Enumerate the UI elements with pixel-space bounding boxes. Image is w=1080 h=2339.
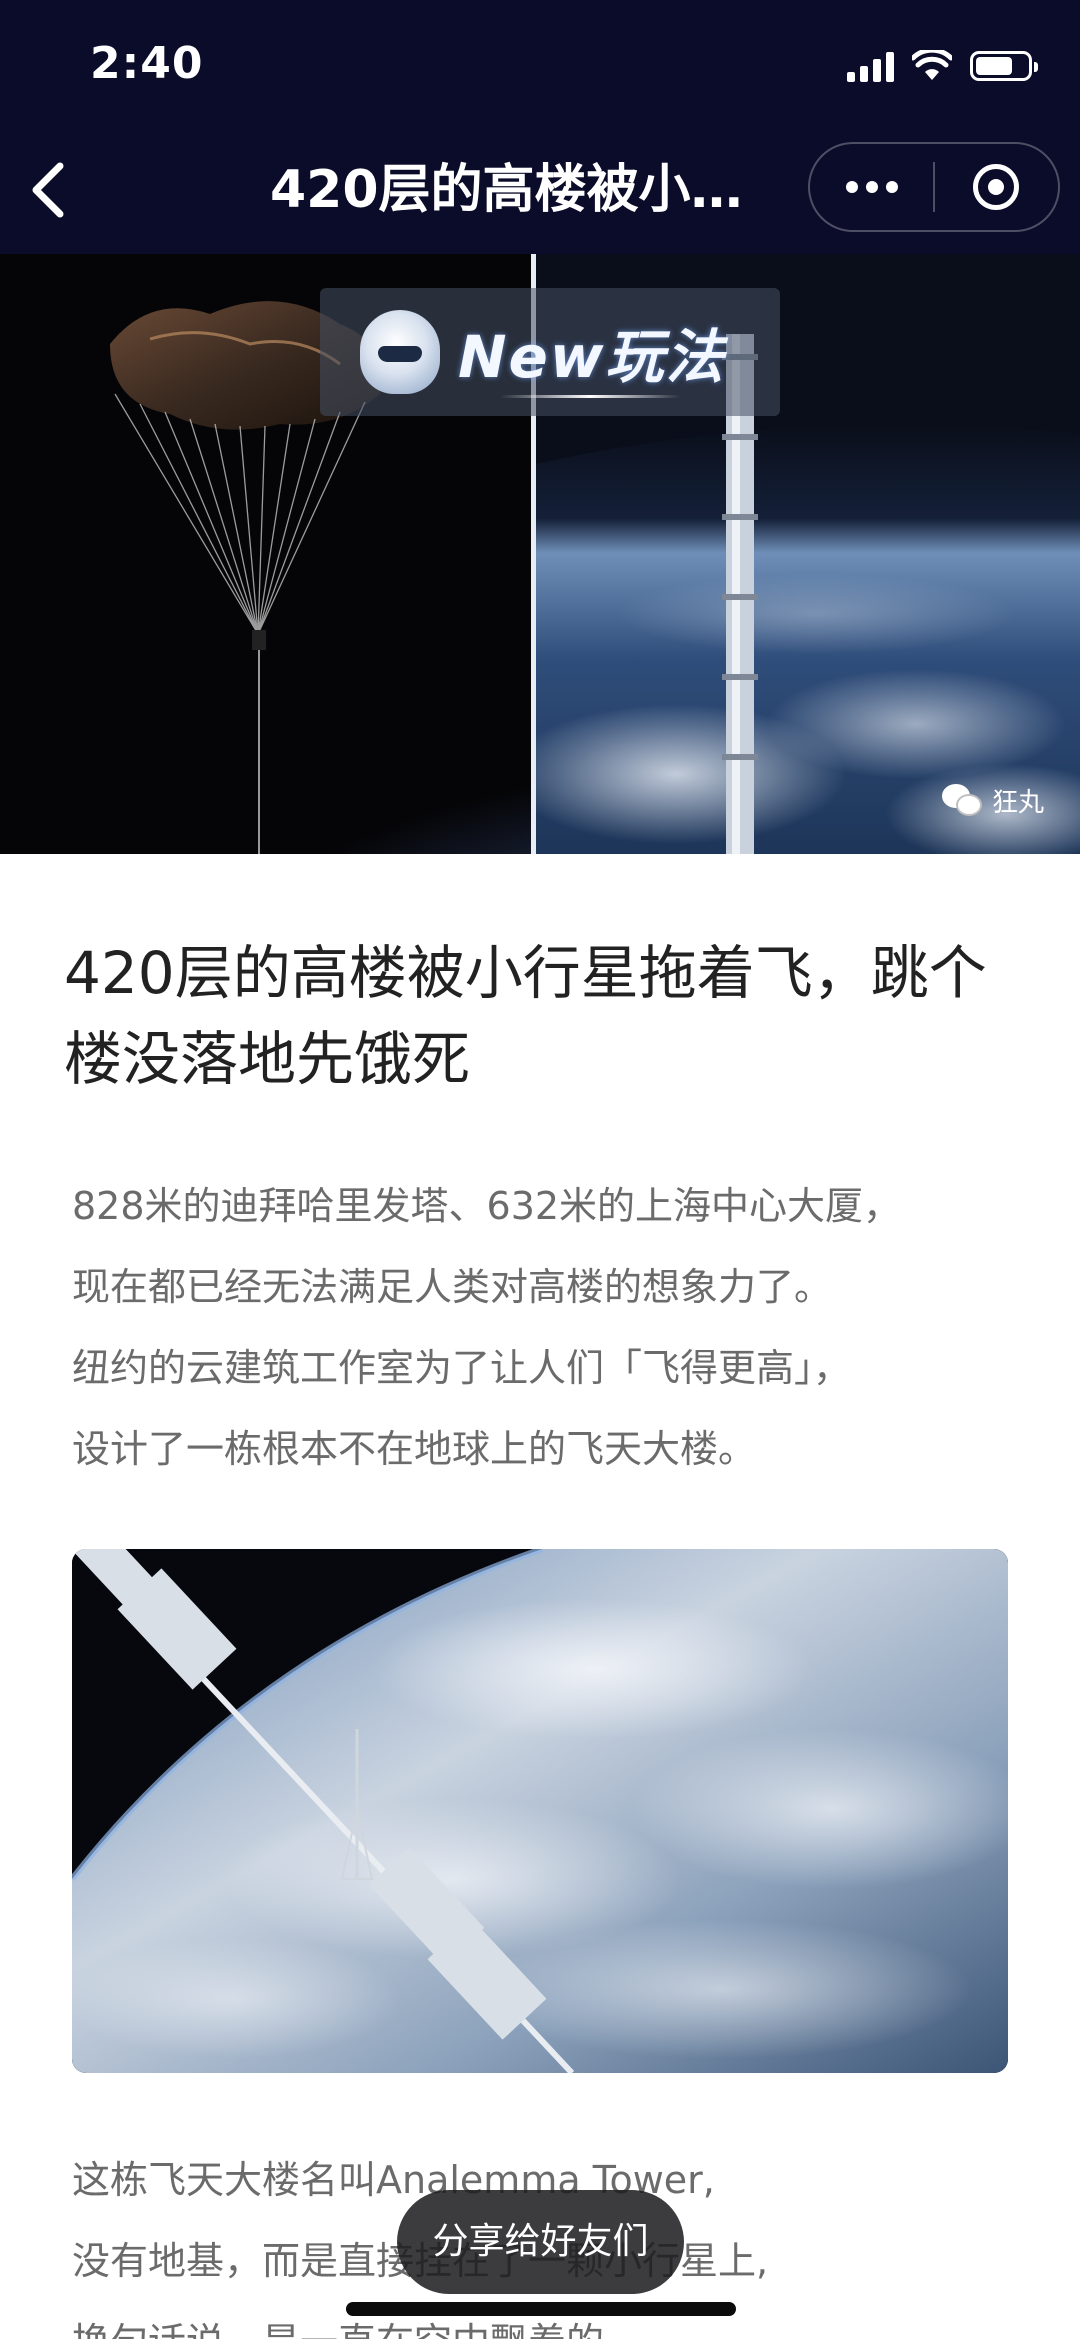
close-mini-program-button[interactable]: [935, 144, 1058, 230]
paragraph-line: 现在都已经无法满足人类对高楼的想象力了。: [72, 1265, 833, 1309]
wechat-icon: [941, 783, 984, 818]
watermark-text: 狂丸: [991, 788, 1044, 818]
battery-icon: [970, 51, 1038, 81]
article-title: 420层的高楼被小行星拖着飞，跳个楼没落地先饿死: [64, 939, 987, 1093]
chevron-left-icon: [32, 162, 64, 218]
mini-program-capsule: [808, 142, 1060, 232]
cellular-signal-icon: [847, 50, 894, 82]
status-icons: [847, 46, 1038, 86]
paragraph-line: 纽约的云建筑工作室为了让人们「飞得更高」，: [72, 1346, 852, 1390]
target-circle-icon: [973, 164, 1020, 210]
more-button[interactable]: [810, 144, 933, 230]
more-dots-icon: [845, 181, 858, 193]
top-bar: 2:40 420层的高楼被小…: [0, 0, 1080, 254]
paragraph-line: 设计了一栋根本不在地球上的飞天大楼。: [72, 1427, 757, 1471]
wifi-icon: [912, 50, 952, 80]
article-paragraph: 828米的迪拜哈里发塔、632米的上海中心大厦， 现在都已经无法满足人类对高楼的…: [72, 1166, 1022, 1490]
hero-image: New玩法 狂丸: [0, 254, 1080, 854]
nav-title: 420层的高楼被小…: [270, 160, 743, 220]
article-page: 2:40 420层的高楼被小… New玩法 狂丸 420层的高楼被小行星拖着飞，…: [0, 0, 1080, 2339]
status-time: 2:40: [90, 38, 204, 89]
share-to-friends-toast[interactable]: 分享给好友们: [397, 2190, 684, 2294]
image-watermark: 狂丸: [941, 782, 1044, 819]
article-image-tower-over-earth: [72, 1549, 1008, 2073]
new-play-badge: New玩法: [320, 288, 780, 416]
paragraph-line: 828米的迪拜哈里发塔、632米的上海中心大厦，: [72, 1184, 902, 1228]
back-button[interactable]: [18, 150, 78, 230]
badge-text: New玩法: [458, 323, 726, 391]
mascot-logo-icon: [360, 310, 440, 394]
home-indicator[interactable]: [346, 2302, 736, 2316]
